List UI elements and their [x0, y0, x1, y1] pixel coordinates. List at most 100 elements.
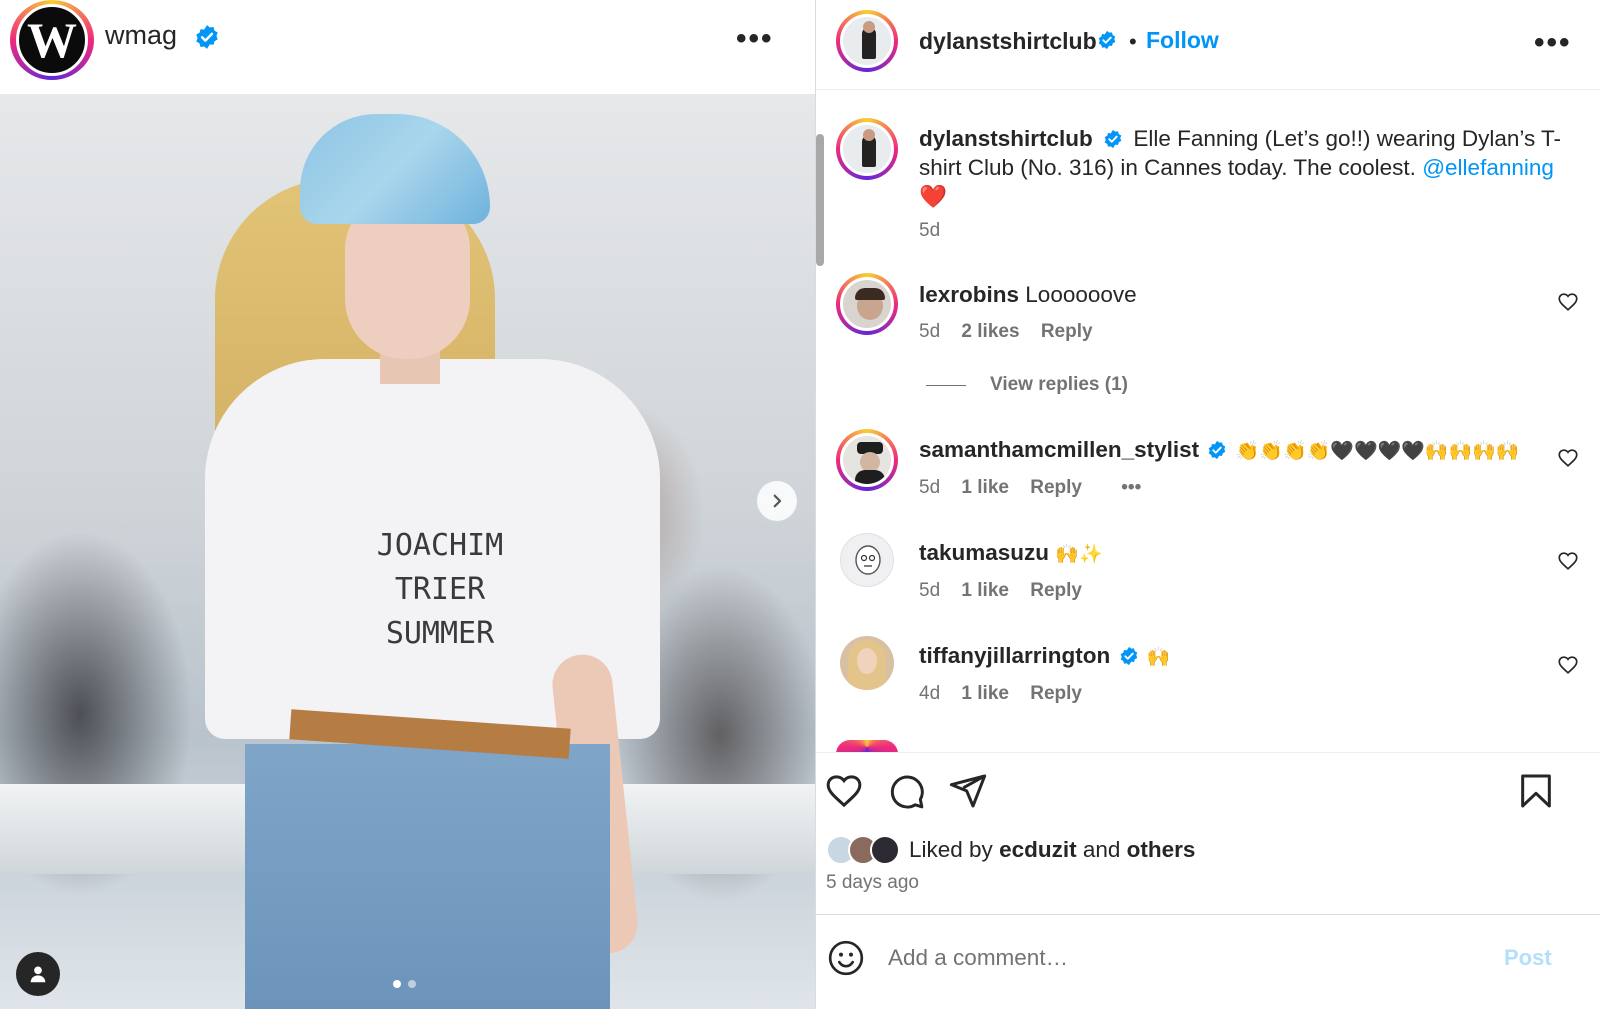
comment-meta: 5d 1 like Reply [919, 580, 1082, 602]
verified-badge-icon [1104, 129, 1122, 149]
tshirt-print-line2: SUMMER [385, 616, 495, 651]
comment-meta: 5d 2 likes Reply [919, 321, 1093, 343]
next-slide-button[interactable] [757, 481, 797, 521]
view-replies-line [926, 384, 966, 386]
comment-time[interactable]: 5d [919, 477, 940, 498]
comment-input[interactable] [888, 939, 1468, 977]
comment-avatar [840, 277, 894, 331]
reply-button[interactable]: Reply [1030, 683, 1082, 704]
bookmark-icon[interactable] [1516, 771, 1556, 811]
more-options-icon[interactable]: ••• [1534, 28, 1572, 58]
user-tag-icon [30, 966, 46, 983]
comment-time[interactable]: 5d [919, 321, 940, 342]
heart-icon[interactable] [824, 771, 864, 811]
comment-likes[interactable]: 2 likes [961, 321, 1019, 342]
liked-avatar [870, 835, 900, 865]
caption-avatar-ring[interactable] [836, 118, 898, 180]
reply-button[interactable]: Reply [1030, 477, 1082, 498]
liked-by-avatars[interactable] [826, 835, 906, 865]
verified-badge-icon [196, 25, 218, 49]
view-replies-label: View replies (1) [990, 374, 1128, 395]
left-post-header: W wmag ••• [0, 0, 815, 94]
add-comment-bar: Post [816, 914, 1600, 1009]
tshirt-print-line1: JOACHIM TRIER [376, 528, 504, 607]
heart-icon[interactable] [1557, 654, 1579, 676]
wmag-logo-letter: W [27, 12, 77, 68]
more-options-icon[interactable]: ••• [736, 24, 774, 54]
heart-icon[interactable] [1557, 550, 1579, 572]
chevron-right-icon [773, 494, 782, 508]
user-tag-button[interactable] [16, 952, 60, 996]
header-separator: • [1129, 29, 1137, 54]
smiley-icon[interactable] [826, 938, 866, 978]
caption-username[interactable]: dylanstshirtclub [919, 126, 1093, 151]
comment-username[interactable]: takumasuzu [919, 540, 1049, 565]
post-time-ago[interactable]: 5 days ago [826, 872, 919, 894]
wmag-avatar-ring[interactable]: W [10, 0, 94, 80]
tshirt-print: JOACHIM TRIER SUMMER [330, 524, 550, 656]
comment-avatar-ring[interactable] [836, 273, 898, 335]
photo-jeans [245, 744, 610, 1009]
author-avatar-ring[interactable] [836, 10, 898, 72]
comment-body: tiffanyjillarrington 🙌 [919, 643, 1170, 669]
cartoon-face-icon [855, 545, 881, 575]
comment-time[interactable]: 5d [919, 580, 940, 601]
comment-likes[interactable]: 1 like [961, 477, 1009, 498]
comment-body: lexrobins Loooooove [919, 282, 1137, 308]
paper-plane-icon[interactable] [948, 771, 988, 811]
heart-icon[interactable] [1557, 447, 1579, 469]
comments-scrollbar[interactable] [816, 134, 824, 266]
liked-by-user[interactable]: ecduzit [999, 837, 1077, 862]
liked-by-conjunction: and [1082, 837, 1121, 862]
caption-time[interactable]: 5d [919, 220, 940, 242]
post-actions: Liked by ecduzit and others 5 days ago [816, 752, 1600, 914]
comment-time[interactable]: 4d [919, 683, 940, 704]
comment-likes[interactable]: 1 like [961, 580, 1009, 601]
comment-body: samanthamcmillen_stylist 👏👏👏👏🖤🖤🖤🖤🙌🙌🙌🙌 [919, 437, 1520, 463]
comment-meta: 4d 1 like Reply [919, 683, 1082, 705]
slide-indicator-active [393, 980, 401, 988]
comment-username[interactable]: tiffanyjillarrington [919, 643, 1110, 668]
caption-emoji: ❤️ [919, 184, 948, 209]
reply-button[interactable]: Reply [1041, 321, 1093, 342]
comment-text: 🙌✨ [1055, 544, 1103, 565]
view-replies-button[interactable]: View replies (1) [926, 374, 1128, 396]
comment-more-options-icon[interactable]: ••• [1121, 477, 1141, 498]
post-comment-button[interactable]: Post [1504, 945, 1552, 971]
verified-badge-icon [1098, 30, 1116, 50]
author-username[interactable]: dylanstshirtclub [919, 28, 1097, 55]
post-photo[interactable]: JOACHIM TRIER SUMMER [0, 94, 815, 1009]
comment-text: 🙌 [1146, 647, 1171, 668]
comment-avatar [840, 433, 894, 487]
comment-avatar-ring[interactable] [836, 429, 898, 491]
comment-body: takumasuzu 🙌✨ [919, 540, 1103, 566]
heart-icon[interactable] [1557, 291, 1579, 313]
post-caption: dylanstshirtclub Elle Fanning (Let’s go!… [919, 124, 1579, 211]
author-avatar [840, 14, 894, 68]
wmag-logo: W [16, 4, 88, 76]
reply-button[interactable]: Reply [1030, 580, 1082, 601]
follow-button[interactable]: Follow [1146, 27, 1219, 54]
comment-avatar[interactable] [840, 636, 894, 690]
comment-text: 👏👏👏👏🖤🖤🖤🖤🙌🙌🙌🙌 [1235, 441, 1520, 462]
comment-avatar[interactable] [840, 533, 894, 587]
comment-text: Loooooove [1025, 282, 1137, 307]
wmag-username[interactable]: wmag [105, 20, 177, 51]
comment-bubble-icon[interactable] [886, 771, 926, 811]
caption-mention-link[interactable]: @ellefanning [1422, 155, 1554, 180]
avatar-figure-head [863, 21, 875, 33]
comment-meta: 5d 1 like Reply ••• [919, 477, 1141, 499]
comment-username[interactable]: lexrobins [919, 282, 1019, 307]
comment-username[interactable]: samanthamcmillen_stylist [919, 437, 1199, 462]
liked-by-prefix: Liked by [909, 837, 993, 862]
photo-scarf [300, 114, 490, 224]
verified-badge-icon [1120, 646, 1137, 666]
verified-badge-icon [1209, 440, 1226, 460]
slide-indicator [408, 980, 416, 988]
liked-by-others[interactable]: others [1127, 837, 1196, 862]
liked-by-text: Liked by ecduzit and others [909, 837, 1195, 863]
post-header: dylanstshirtclub • Follow ••• [816, 0, 1600, 90]
comment-likes[interactable]: 1 like [961, 683, 1009, 704]
comments-panel: dylanstshirtclub • Follow ••• dylanstshi… [815, 0, 1600, 1009]
caption-avatar [840, 122, 894, 176]
